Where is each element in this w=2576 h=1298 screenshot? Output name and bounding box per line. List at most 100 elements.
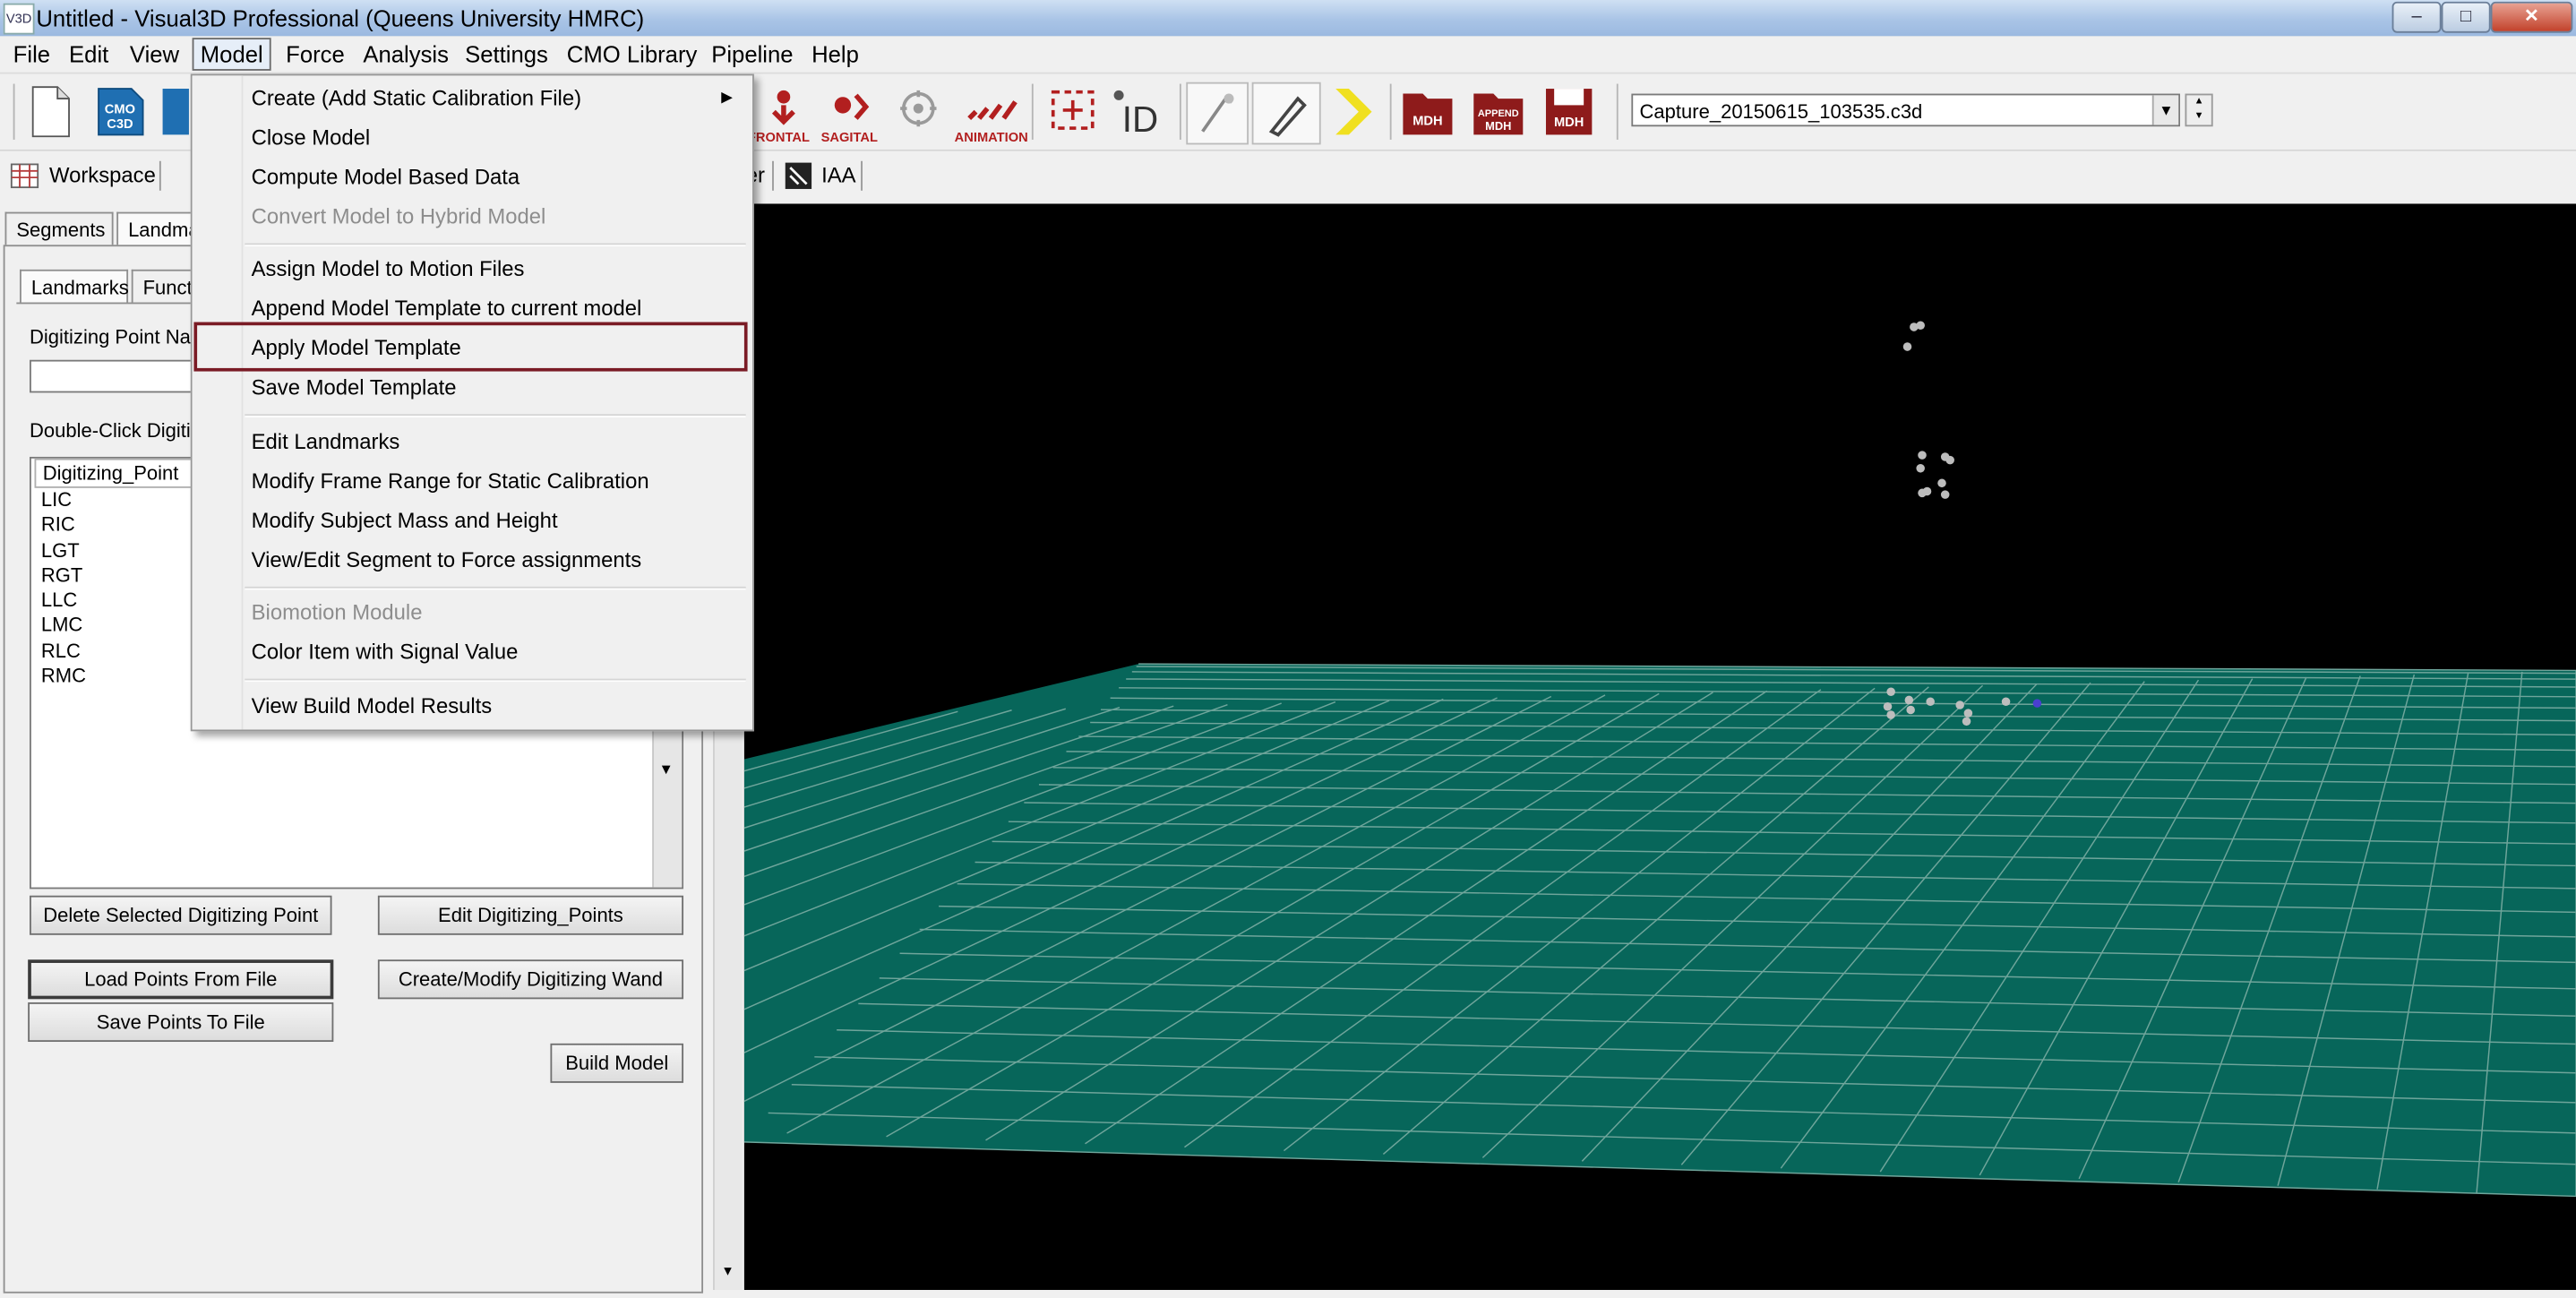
marker-point <box>1926 697 1935 707</box>
marker-point <box>2001 697 2011 707</box>
menu-file[interactable]: File <box>6 39 56 69</box>
subtab-landmarks[interactable]: Landmarks <box>20 269 129 303</box>
menu-save-model-template[interactable]: Save Model Template <box>252 374 457 400</box>
marker-point <box>1916 321 1925 330</box>
marker-point <box>1883 702 1893 711</box>
double-click-label: Double-Click Digitizing Point <box>30 418 191 443</box>
cmo-c3d-icon[interactable]: CMO C3D <box>90 82 150 142</box>
marker-point <box>1904 695 1914 705</box>
list-item[interactable]: RMC <box>41 664 86 689</box>
marker-point <box>1945 455 1954 465</box>
pointer-wand-icon[interactable] <box>1251 82 1321 145</box>
menu-convert-hybrid-model: Convert Model to Hybrid Model <box>251 203 546 228</box>
menu-assign-model-motion[interactable]: Assign Model to Motion Files <box>252 256 525 282</box>
marker-point <box>1962 717 1971 726</box>
menu-pipeline[interactable]: Pipeline <box>705 39 800 69</box>
scroll-down-icon[interactable]: ▼ <box>659 761 674 777</box>
menu-modify-mass-height[interactable]: Modify Subject Mass and Height <box>252 508 558 534</box>
marker-point <box>1963 709 1973 718</box>
append-mdh-icon[interactable]: APPEND MDH <box>1467 82 1530 142</box>
list-item[interactable]: LGT <box>41 539 80 564</box>
svg-text:C3D: C3D <box>107 117 133 132</box>
3d-scene[interactable] <box>0 203 2576 1290</box>
open-mdh-icon[interactable]: MDH <box>1396 82 1459 142</box>
reset-camera-icon[interactable] <box>1042 82 1104 142</box>
marker-point <box>1906 705 1915 715</box>
cmo-partial-icon[interactable] <box>158 82 191 142</box>
iaa-tab[interactable]: IAA <box>821 163 855 189</box>
digitizing-point-input[interactable] <box>30 359 210 393</box>
menu-modify-frame-range[interactable]: Modify Frame Range for Static Calibratio… <box>252 468 649 494</box>
digitize-wand-icon[interactable] <box>1186 82 1249 145</box>
menu-view-build-results[interactable]: View Build Model Results <box>252 693 493 719</box>
marker-point <box>1918 451 1927 460</box>
workspace-tab[interactable]: Workspace <box>49 163 156 189</box>
svg-text:APPEND: APPEND <box>1478 108 1519 119</box>
marker-point <box>1922 486 1932 496</box>
menu-segment-force-assignments[interactable]: View/Edit Segment to Force assignments <box>252 547 642 573</box>
build-model-button[interactable]: Build Model <box>550 1043 684 1083</box>
model-menu-dropdown: Create (Add Static Calibration File) ▶ C… <box>190 73 754 732</box>
save-mdh-icon[interactable]: MDH <box>1538 82 1601 142</box>
menu-settings[interactable]: Settings <box>459 39 554 69</box>
list-item[interactable]: LIC <box>41 488 72 513</box>
scroll-down-icon[interactable]: ▼ <box>721 1264 734 1279</box>
svg-text:CMO: CMO <box>105 103 135 117</box>
list-item[interactable]: RGT <box>41 563 82 589</box>
marker-point <box>1902 342 1912 351</box>
menu-close-model[interactable]: Close Model <box>252 125 371 150</box>
animation-arrows-icon[interactable]: ANIMATION <box>955 82 1028 144</box>
menu-color-item-signal[interactable]: Color Item with Signal Value <box>252 640 519 666</box>
list-item[interactable]: LLC <box>41 589 77 614</box>
marker-point <box>1955 701 1964 709</box>
menu-append-model-template[interactable]: Append Model Template to current model <box>252 296 642 322</box>
save-points-button[interactable]: Save Points To File <box>28 1001 334 1043</box>
menu-force[interactable]: Force <box>279 39 351 69</box>
menu-edit-landmarks[interactable]: Edit Landmarks <box>252 429 400 455</box>
submenu-arrow-icon: ▶ <box>721 89 733 106</box>
menu-bar: File Edit View Model Force Analysis Sett… <box>0 36 2576 74</box>
menu-apply-model-template[interactable]: Apply Model Template <box>252 335 461 361</box>
edit-points-button[interactable]: Edit Digitizing_Points <box>377 895 684 935</box>
close-button[interactable]: ✕ <box>2490 1 2573 33</box>
menu-help[interactable]: Help <box>805 39 865 69</box>
menu-analysis[interactable]: Analysis <box>356 39 455 69</box>
iaa-icon <box>785 162 812 189</box>
menu-view[interactable]: View <box>124 39 186 69</box>
menu-create-static-calibration[interactable]: Create (Add Static Calibration File) <box>252 85 581 111</box>
workspace-icon <box>10 163 39 189</box>
svg-text:MDH: MDH <box>1485 119 1511 133</box>
frontal-view-icon[interactable]: FRONTAL <box>748 82 811 144</box>
id-icon[interactable]: ID <box>1107 82 1172 142</box>
window-title: Untitled - Visual3D Professional (Queens… <box>36 4 645 31</box>
menu-edit[interactable]: Edit <box>63 39 116 69</box>
capture-file-select[interactable]: Capture_20150615_103535.c3d ▼ <box>1631 93 2180 127</box>
marker-point <box>1886 710 1895 719</box>
subtab-functional[interactable]: Functional <box>131 269 198 303</box>
capture-file-value: Capture_20150615_103535.c3d <box>1639 99 1923 124</box>
menu-model[interactable]: Model <box>192 38 271 71</box>
marker-point <box>2032 699 2042 708</box>
next-chevron-icon[interactable] <box>1323 82 1386 142</box>
svg-text:ID: ID <box>1122 99 1158 138</box>
list-item[interactable]: RLC <box>41 640 81 665</box>
maximize-button[interactable]: □ <box>2441 1 2491 33</box>
list-item[interactable]: RIC <box>41 512 75 537</box>
animation-view-icon[interactable] <box>887 82 949 142</box>
sagital-view-icon[interactable]: SAGITAL <box>817 82 882 144</box>
delete-point-button[interactable]: Delete Selected Digitizing Point <box>30 895 332 935</box>
chevron-down-icon[interactable]: ▼ <box>2151 95 2179 125</box>
load-points-button[interactable]: Load Points From File <box>28 959 334 1000</box>
3d-viewport[interactable] <box>0 203 2576 1291</box>
tab-segments[interactable]: Segments <box>4 211 114 245</box>
marker-point <box>1886 687 1895 697</box>
list-item[interactable]: LMC <box>41 613 82 638</box>
menu-cmo-library[interactable]: CMO Library <box>560 39 703 69</box>
svg-text:MDH: MDH <box>1554 116 1584 130</box>
new-file-icon[interactable] <box>23 82 79 142</box>
menu-compute-model-data[interactable]: Compute Model Based Data <box>252 164 520 190</box>
file-spinner[interactable]: ▲ ▼ <box>2185 93 2213 127</box>
minimize-button[interactable]: – <box>2391 1 2442 33</box>
title-bar: V3D Untitled - Visual3D Professional (Qu… <box>0 0 2576 39</box>
digitizing-wand-button[interactable]: Create/Modify Digitizing Wand <box>377 959 684 1000</box>
